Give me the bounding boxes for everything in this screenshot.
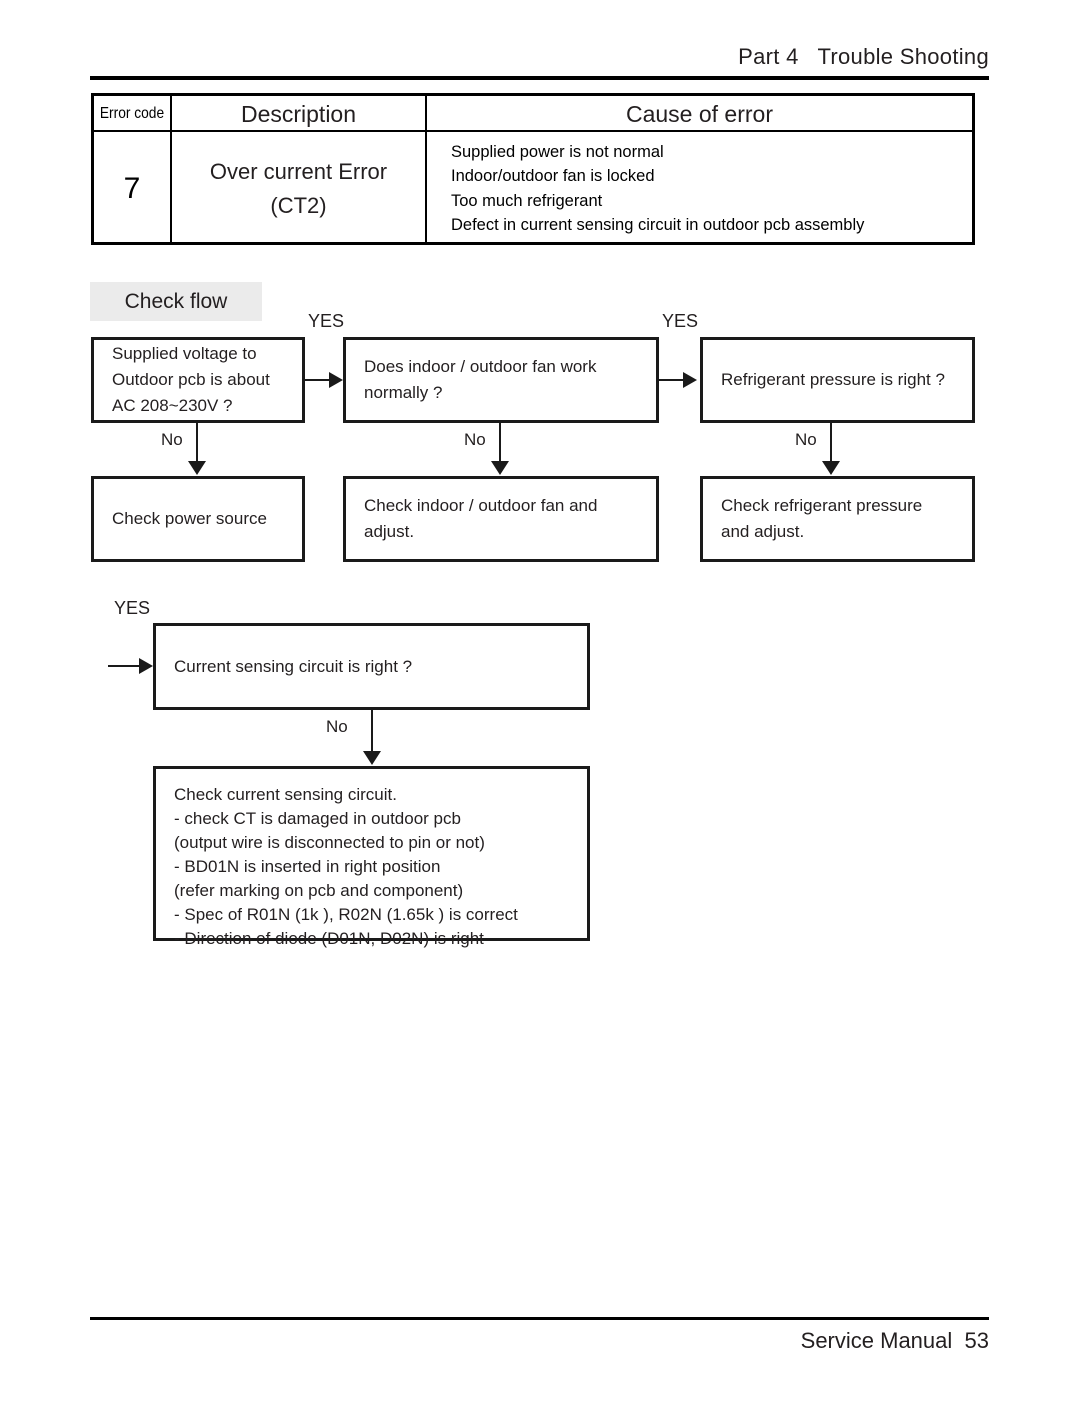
flow-box-q4-text: Current sensing circuit is right ?: [174, 656, 413, 676]
flow-box-q3: Refrigerant pressure is right ?: [700, 337, 975, 423]
flow-label-yes-3: YES: [114, 598, 151, 618]
flow-box-a2: Check indoor / outdoor fan and adjust.: [343, 476, 659, 562]
flow-box-q2: Does indoor / outdoor fan work normally …: [343, 337, 659, 423]
flow-label-yes-1: YES: [308, 311, 345, 331]
table-header-error-code: Error code: [99, 105, 165, 122]
flow-box-q1-text: Supplied voltage to Outdoor pcb is about…: [112, 344, 270, 415]
header-rule: [90, 76, 989, 80]
flow-box-q2-text: Does indoor / outdoor fan work normally …: [364, 357, 597, 402]
connector-q1-a1-line: [196, 423, 198, 463]
flow-box-a3: Check refrigerant pressure and adjust.: [700, 476, 975, 562]
connector-q1-q2-arrowhead: [329, 372, 343, 388]
flow-label-no-4: No: [326, 717, 348, 736]
cause-line: Supplied power is not normal: [451, 141, 664, 161]
table-cell-error-code: 7: [123, 171, 141, 205]
footer-manual-label: Service Manual: [800, 1328, 953, 1353]
flow-box-q3-text: Refrigerant pressure is right ?: [721, 370, 945, 389]
connector-into-q4-line: [108, 665, 141, 667]
flow-box-a1: Check power source: [91, 476, 305, 562]
flow-box-a4-text: Check current sensing circuit. - check C…: [174, 785, 518, 948]
flow-box-q4: Current sensing circuit is right ?: [153, 623, 590, 710]
flow-box-q1: Supplied voltage to Outdoor pcb is about…: [91, 337, 305, 423]
connector-q2-a2-line: [499, 423, 501, 463]
flow-label-no-3: No: [795, 430, 817, 449]
cause-line: Defect in current sensing circuit in out…: [451, 215, 865, 234]
connector-q2-a2-arrowhead: [491, 461, 509, 475]
connector-into-q4-arrowhead: [139, 658, 153, 674]
flow-label-no-1: No: [161, 430, 183, 449]
cause-line: Indoor/outdoor fan is locked: [451, 166, 655, 185]
page-header-title: Part 4 Trouble Shooting: [738, 44, 989, 69]
connector-q3-a3-arrowhead: [822, 461, 840, 475]
footer-rule: [90, 1317, 989, 1320]
flow-label-yes-2: YES: [662, 311, 699, 331]
description-line-2: (CT2): [270, 192, 327, 218]
description-line-1: Over current Error: [209, 158, 388, 184]
cause-line: Too much refrigerant: [451, 190, 603, 210]
connector-q2-q3-arrowhead: [683, 372, 697, 388]
connector-q3-a3-line: [830, 423, 832, 463]
connector-q4-a4-line: [371, 710, 373, 753]
table-header-cause-of-error: Cause of error: [625, 100, 773, 127]
manual-page: Part 4 Trouble Shooting Error code Descr…: [0, 0, 1080, 1405]
table-cell-cause-of-error: Supplied power is not normal Indoor/outd…: [427, 132, 972, 245]
check-flow-title: Check flow: [90, 282, 262, 321]
error-code-table: Error code Description Cause of error 7 …: [91, 93, 975, 245]
connector-q1-a1-arrowhead: [188, 461, 206, 475]
table-header-description: Description: [240, 100, 357, 127]
connector-q4-a4-arrowhead: [363, 751, 381, 765]
footer-page-number: 53: [964, 1328, 989, 1353]
footer: Service Manual 53: [0, 1328, 989, 1354]
flow-box-a4: Check current sensing circuit. - check C…: [153, 766, 590, 948]
table-cell-description: Over current Error (CT2): [172, 132, 425, 245]
flow-box-a3-text: Check refrigerant pressure and adjust.: [721, 496, 923, 541]
flow-box-a1-text: Check power source: [112, 509, 267, 528]
flow-box-a2-text: Check indoor / outdoor fan and adjust.: [364, 496, 598, 541]
flow-label-no-2: No: [464, 430, 486, 449]
